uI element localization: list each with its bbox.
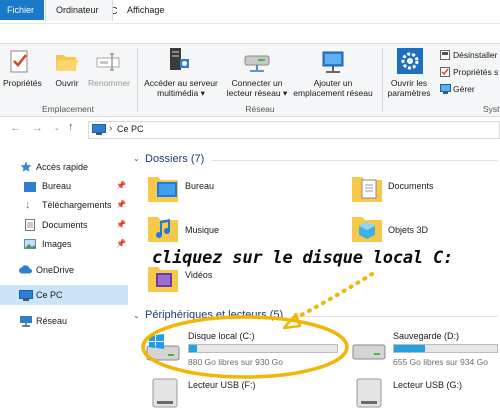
annotation-highlight	[141, 272, 374, 379]
annotation-text: cliquez sur le disque local C:	[152, 248, 454, 268]
annotation-ellipse	[141, 315, 349, 379]
annotation-dotted-arrow	[290, 272, 374, 322]
